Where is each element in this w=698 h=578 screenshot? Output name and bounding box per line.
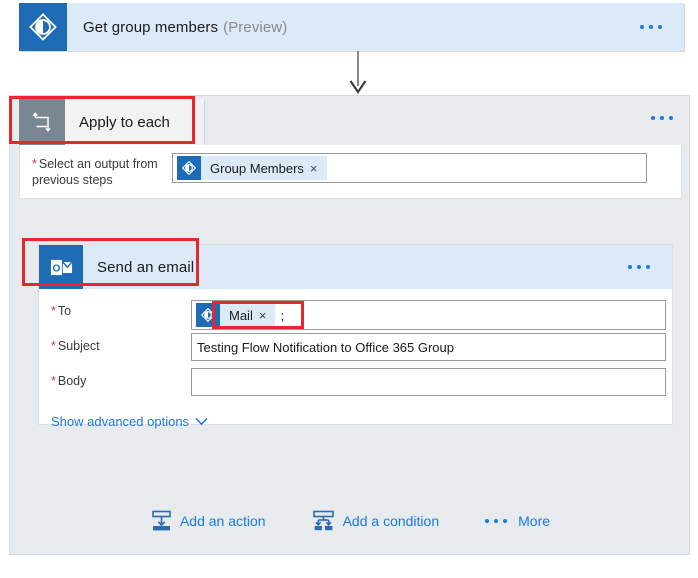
loop-icon [19, 99, 65, 145]
to-input[interactable]: Mail × ; [191, 300, 666, 330]
to-field-label: *To [39, 298, 191, 318]
select-output-input[interactable]: Group Members × [172, 153, 647, 183]
add-an-action-label: Add an action [180, 513, 266, 529]
token-remove-icon[interactable]: × [310, 162, 327, 175]
send-an-email-header[interactable]: O Send an email [39, 245, 672, 289]
show-advanced-options-label: Show advanced options [51, 414, 189, 429]
apply-to-each-menu-button[interactable] [645, 110, 679, 126]
body-input[interactable] [191, 368, 666, 396]
apply-to-each-title: Apply to each [65, 99, 204, 145]
send-an-email-title-row: Send an email [83, 245, 606, 289]
ellipsis-icon-dot [628, 265, 632, 269]
svg-text:O: O [52, 263, 60, 274]
field-row-body: *Body [39, 368, 672, 403]
flow-designer-canvas: Get group members (Preview) [0, 0, 698, 578]
subject-input-value: Testing Flow Notification to Office 365 … [197, 340, 454, 355]
connector-arrow-icon [346, 51, 370, 95]
action-card-title-row: Get group members (Preview) [67, 3, 618, 51]
more-label: More [518, 513, 550, 529]
action-card-send-an-email: O Send an email *T [38, 244, 673, 425]
subject-label-text: Subject [58, 339, 100, 353]
required-indicator: * [51, 304, 56, 318]
subject-field-label: *Subject [39, 333, 191, 353]
ellipsis-icon-dot [485, 519, 489, 523]
token-mail[interactable]: Mail × [196, 303, 275, 327]
token-label: Group Members [201, 161, 310, 176]
ellipsis-icon-dot [637, 265, 641, 269]
to-label-text: To [58, 304, 71, 318]
chevron-down-icon [195, 417, 208, 426]
body-field-label: *Body [39, 368, 191, 388]
subject-input[interactable]: Testing Flow Notification to Office 365 … [191, 333, 666, 361]
add-condition-icon [312, 510, 335, 532]
action-card-title: Get group members [83, 19, 218, 36]
ellipsis-icon-dot [660, 116, 664, 120]
select-output-label: *Select an output from previous steps [20, 145, 172, 188]
send-an-email-menu-button[interactable] [606, 245, 672, 289]
apply-to-each-header[interactable]: Apply to each [19, 99, 204, 145]
add-a-condition-button[interactable]: Add a condition [312, 510, 440, 532]
show-advanced-options-link[interactable]: Show advanced options [51, 414, 208, 429]
apply-to-each-body: *Select an output from previous steps Gr… [19, 145, 682, 199]
token-remove-icon[interactable]: × [259, 309, 276, 322]
ellipsis-icon-dot [494, 519, 498, 523]
required-indicator: * [51, 339, 56, 353]
select-output-label-line1: Select an output from [39, 157, 158, 171]
action-card-menu-button[interactable] [618, 3, 684, 51]
azure-ad-diamond-icon [177, 156, 201, 180]
azure-ad-diamond-icon [196, 303, 220, 327]
required-indicator: * [32, 157, 37, 171]
scope-action-bar: Add an action Add a [10, 510, 691, 532]
add-action-icon [151, 510, 172, 532]
outlook-icon: O [39, 245, 83, 289]
ellipsis-icon-dot [651, 116, 655, 120]
ellipsis-icon [485, 519, 507, 523]
send-an-email-body: *To Mail × [39, 289, 672, 424]
required-indicator: * [51, 374, 56, 388]
action-card-get-group-members[interactable]: Get group members (Preview) [19, 3, 684, 51]
action-card-subtitle: (Preview) [223, 19, 287, 36]
ellipsis-icon-dot [669, 116, 673, 120]
add-an-action-button[interactable]: Add an action [151, 510, 266, 532]
azure-ad-diamond-icon [19, 3, 67, 51]
ellipsis-icon-dot [646, 265, 650, 269]
token-group-members[interactable]: Group Members × [177, 156, 327, 180]
select-output-label-line2: previous steps [32, 173, 113, 187]
to-field-separator: ; [280, 308, 284, 323]
field-row-subject: *Subject Testing Flow Notification to Of… [39, 333, 672, 368]
body-label-text: Body [58, 374, 87, 388]
send-an-email-title: Send an email [97, 259, 194, 276]
more-button[interactable]: More [485, 513, 550, 529]
field-row-to: *To Mail × [39, 298, 672, 333]
ellipsis-icon-dot [640, 25, 644, 29]
ellipsis-icon-dot [649, 25, 653, 29]
token-label: Mail [220, 308, 259, 323]
add-a-condition-label: Add a condition [343, 513, 440, 529]
ellipsis-icon-dot [503, 519, 507, 523]
ellipsis-icon-dot [658, 25, 662, 29]
scope-apply-to-each: Apply to each *Select an output from pre… [9, 95, 690, 555]
